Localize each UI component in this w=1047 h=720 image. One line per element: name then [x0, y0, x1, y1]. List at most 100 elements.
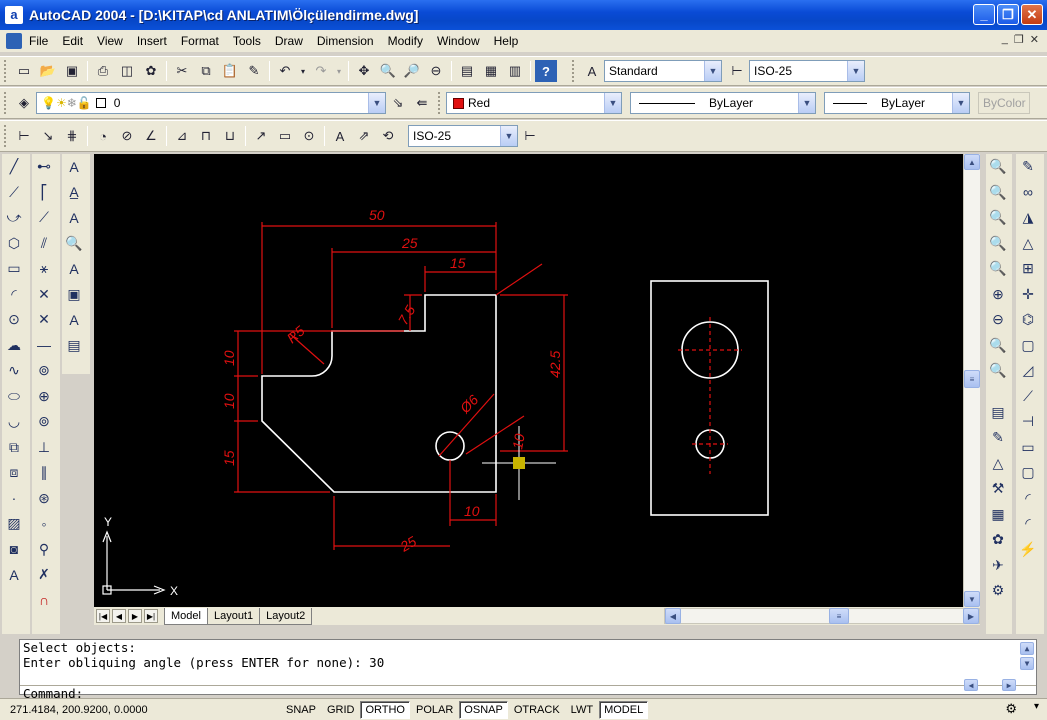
dimension-update-icon[interactable]: ⟲: [377, 125, 399, 147]
menu-dimension[interactable]: Dimension: [310, 30, 381, 52]
properties-match-icon[interactable]: ✗: [32, 562, 56, 588]
publish-icon[interactable]: ✿: [140, 60, 162, 82]
stretch-icon[interactable]: ⊚: [32, 358, 56, 384]
zoom-extents-icon[interactable]: 🔍: [986, 358, 1010, 384]
ortho-toggle[interactable]: ORTHO: [360, 700, 410, 719]
properties-tool-icon[interactable]: ▦: [986, 502, 1010, 528]
zoom-center-icon[interactable]: 🔍: [986, 231, 1010, 257]
undo-icon[interactable]: ↶: [274, 60, 296, 82]
radius-dimension-icon[interactable]: ◔: [92, 125, 114, 147]
linear-dimension-icon[interactable]: ⊢: [13, 125, 35, 147]
scroll-left-button[interactable]: ◀: [665, 608, 681, 624]
command-scroll-left[interactable]: ◀: [964, 679, 978, 691]
chevron-down-icon[interactable]: ▼: [798, 93, 815, 113]
zoom-object-icon[interactable]: 🔍: [986, 256, 1010, 282]
offset-icon[interactable]: ⫽: [32, 231, 56, 257]
snap-endpoint-icon[interactable]: ◮: [1016, 205, 1040, 231]
dim-style-icon[interactable]: ⊢: [726, 60, 748, 82]
doc-restore-button[interactable]: ❐: [1014, 33, 1024, 46]
convert-distance-icon[interactable]: ▤: [62, 333, 86, 359]
single-line-text-icon[interactable]: A: [62, 154, 86, 180]
center-mark-icon[interactable]: ⊙: [298, 125, 320, 147]
snap-apparent-icon[interactable]: ✛: [1016, 282, 1040, 308]
construction-line-icon[interactable]: ⟋: [2, 180, 26, 206]
dimension-style-manager-icon[interactable]: ⊢: [519, 125, 541, 147]
doc-close-button[interactable]: ✕: [1030, 33, 1039, 46]
vertical-scroll-thumb[interactable]: ≡: [964, 370, 980, 388]
menu-draw[interactable]: Draw: [268, 30, 310, 52]
line-icon[interactable]: ╱: [2, 154, 26, 180]
find-replace-icon[interactable]: 🔍: [62, 231, 86, 257]
drawing-svg[interactable]: 50 25 15 7.5 R5 10 10 15 42.5 Ø6 10 10 2…: [94, 154, 963, 607]
diameter-dimension-icon[interactable]: ⊘: [116, 125, 138, 147]
snap-parallel-icon[interactable]: ▭: [1016, 435, 1040, 461]
autocad-app-icon[interactable]: a: [5, 6, 23, 24]
justify-text-icon[interactable]: A: [62, 307, 86, 333]
hatch-icon[interactable]: ▨: [2, 511, 26, 537]
redo-icon[interactable]: ↷: [310, 60, 332, 82]
otrack-toggle[interactable]: OTRACK: [508, 700, 565, 719]
zoom-window-icon[interactable]: 🔎: [401, 60, 423, 82]
menu-format[interactable]: Format: [174, 30, 226, 52]
properties-icon[interactable]: ▤: [456, 60, 478, 82]
scroll-right-button[interactable]: ▶: [963, 608, 979, 624]
chevron-down-icon[interactable]: ▼: [704, 61, 721, 81]
multiline-text-tool-icon[interactable]: A̲: [62, 180, 86, 206]
paste-icon[interactable]: 📋: [219, 60, 241, 82]
lineweight-select[interactable]: ByLayer ▼: [824, 92, 970, 114]
design-icon[interactable]: ✿: [986, 527, 1010, 553]
snap-insert-icon[interactable]: ▢: [1016, 460, 1040, 486]
menu-help[interactable]: Help: [487, 30, 526, 52]
plot-icon[interactable]: ⎙: [92, 60, 114, 82]
zoom-window-tool-icon[interactable]: 🔍: [986, 154, 1010, 180]
edit-text-icon[interactable]: A: [62, 205, 86, 231]
zoom-in-icon[interactable]: ⊕: [986, 282, 1010, 308]
zoom-dynamic-icon[interactable]: 🔍: [986, 180, 1010, 206]
close-button[interactable]: ✕: [1021, 4, 1043, 25]
tool-palettes-icon[interactable]: ▥: [504, 60, 526, 82]
mirror-icon[interactable]: ⟋: [32, 205, 56, 231]
web-icon[interactable]: ✈: [986, 553, 1010, 579]
open-icon[interactable]: 📂: [37, 60, 59, 82]
snap-intersection-icon[interactable]: ⊞: [1016, 256, 1040, 282]
menu-file[interactable]: File: [22, 30, 55, 52]
polar-toggle[interactable]: POLAR: [411, 700, 459, 719]
polygon-icon[interactable]: ⬡: [2, 231, 26, 257]
color-select[interactable]: Red ▼: [446, 92, 622, 114]
plotstyle-select[interactable]: ByColor: [978, 92, 1030, 114]
dim-toolbar-style-select[interactable]: ISO-25 ▼: [408, 125, 518, 147]
settings-icon[interactable]: ⚙: [986, 578, 1010, 604]
text-style-icon[interactable]: A: [581, 60, 603, 82]
menu-view[interactable]: View: [90, 30, 130, 52]
scroll-up-button[interactable]: ▲: [964, 154, 980, 170]
help-icon[interactable]: ?: [535, 60, 557, 82]
inquiry-icon[interactable]: ▤: [986, 400, 1010, 426]
array-icon[interactable]: ⚹: [32, 256, 56, 282]
rotate-icon[interactable]: ✕: [32, 307, 56, 333]
break-icon[interactable]: ⊥: [32, 435, 56, 461]
design-center-icon[interactable]: ▦: [480, 60, 502, 82]
layer-previous-icon[interactable]: ⇚: [411, 92, 433, 114]
move-icon[interactable]: ✕: [32, 282, 56, 308]
ordinate-dimension-icon[interactable]: ⋕: [61, 125, 83, 147]
undo-dropdown-icon[interactable]: ▾: [298, 60, 308, 82]
rectangle-icon[interactable]: ▭: [2, 256, 26, 282]
tab-model[interactable]: Model: [164, 607, 208, 625]
chevron-down-icon[interactable]: ▼: [952, 93, 969, 113]
coordinate-readout[interactable]: 271.4184, 200.9200, 0.0000: [0, 704, 280, 716]
point-icon[interactable]: ·: [2, 486, 26, 512]
scroll-down-button[interactable]: ▼: [964, 591, 980, 607]
snap-nearest-icon[interactable]: ◜: [1016, 511, 1040, 537]
dimension-edit-icon[interactable]: A: [329, 125, 351, 147]
zoom-all-icon[interactable]: 🔍: [986, 333, 1010, 359]
status-menu-arrow-icon[interactable]: ▾: [1034, 701, 1039, 712]
menu-tools[interactable]: Tools: [226, 30, 268, 52]
quick-dimension-icon[interactable]: ⊿: [171, 125, 193, 147]
chevron-down-icon[interactable]: ▼: [368, 93, 385, 113]
dim-text-10-bottom[interactable]: 10: [464, 503, 480, 519]
continue-dimension-icon[interactable]: ⊔: [219, 125, 241, 147]
revision-cloud-icon[interactable]: ☁: [2, 333, 26, 359]
dim-text-25-bottom[interactable]: 25: [397, 533, 420, 555]
first-tab-button[interactable]: |◀: [96, 609, 110, 623]
ellipse-arc-icon[interactable]: ◡: [2, 409, 26, 435]
